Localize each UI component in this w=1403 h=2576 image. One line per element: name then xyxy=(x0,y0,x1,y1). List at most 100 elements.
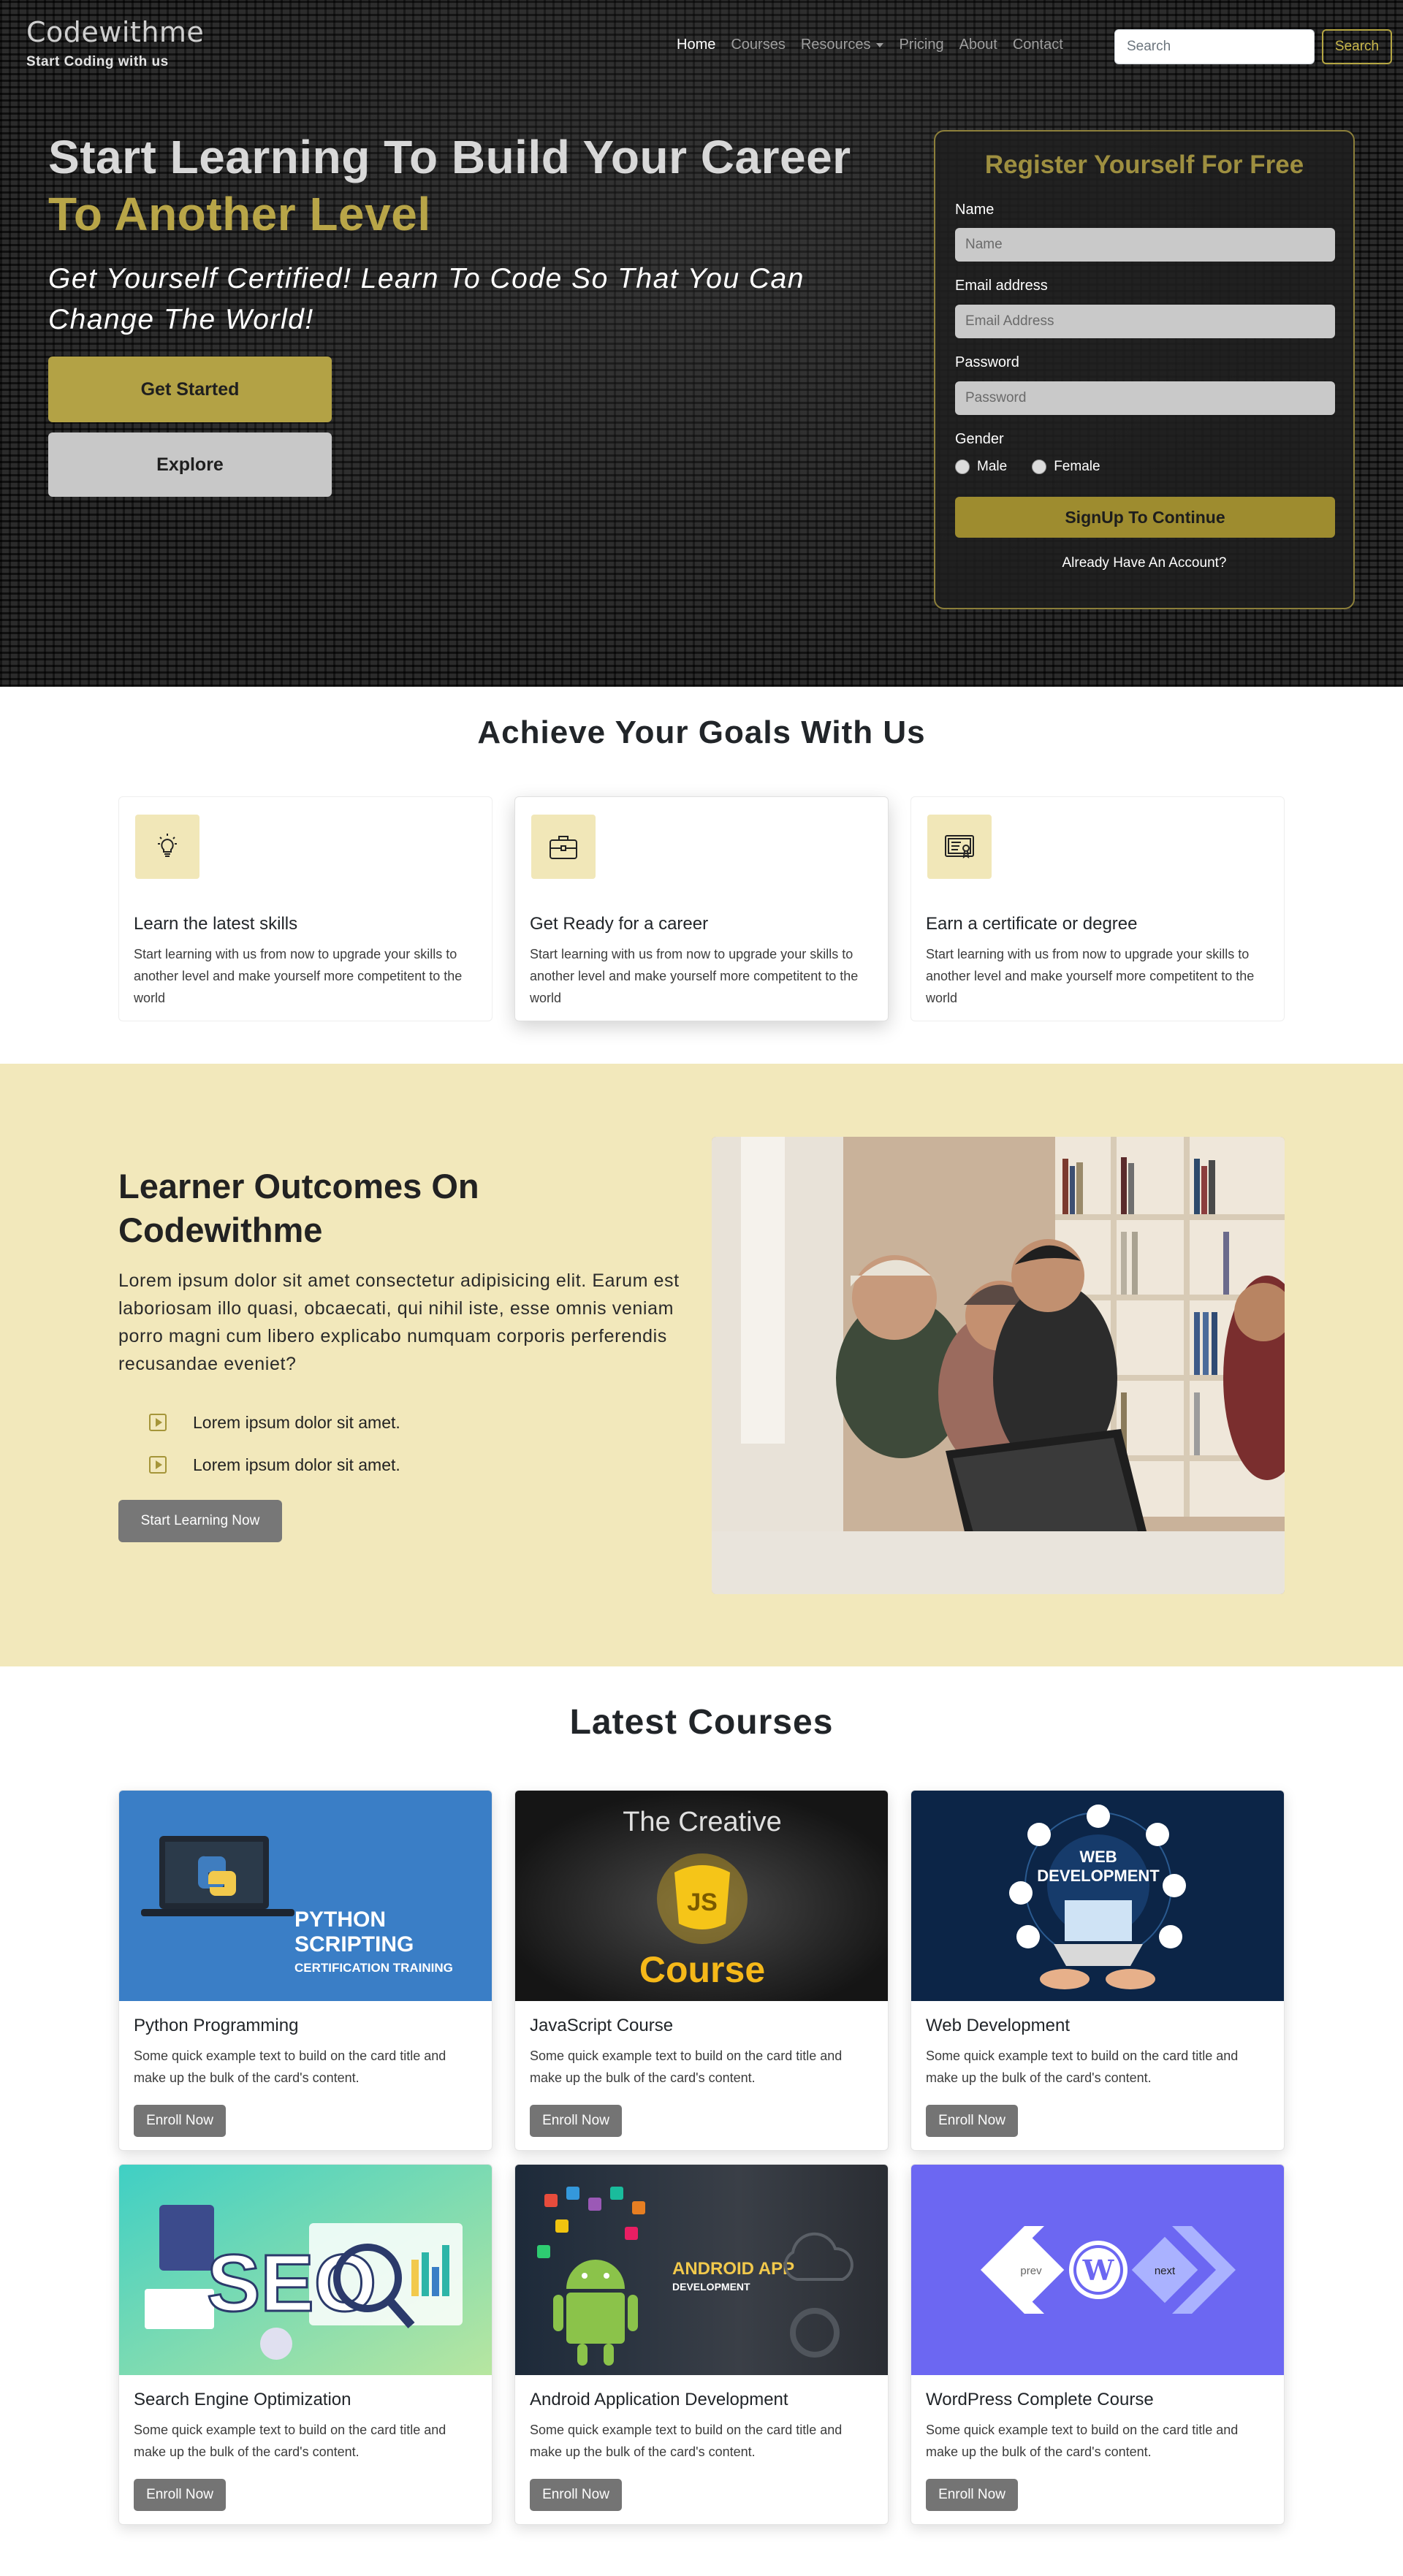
goal-title: Get Ready for a career xyxy=(530,914,709,934)
navbar: Codewithme Start Coding with us Home Cou… xyxy=(0,0,1403,80)
list-item-label: Lorem ipsum dolor sit amet. xyxy=(193,1455,400,1474)
course-image-text: ANDROID APP xyxy=(672,2259,794,2279)
course-image-text: Course xyxy=(639,1949,765,1990)
outcomes-list: Lorem ipsum dolor sit amet. Lorem ipsum … xyxy=(149,1401,400,1486)
email-label: Email address xyxy=(955,278,1048,294)
course-text: Some quick example text to build on the … xyxy=(530,2423,843,2459)
course-image: The Creative JS Course xyxy=(515,1791,888,2001)
course-image-text: CERTIFICATION TRAINING xyxy=(294,1961,453,1975)
get-started-button[interactable]: Get Started xyxy=(48,357,332,422)
course-text: Some quick example text to build on the … xyxy=(926,2049,1239,2085)
course-title: Search Engine Optimization xyxy=(134,2390,351,2409)
course-title: Android Application Development xyxy=(530,2390,788,2409)
search-input[interactable] xyxy=(1114,29,1315,64)
lightbulb-icon xyxy=(135,815,199,879)
course-text: Some quick example text to build on the … xyxy=(134,2423,446,2459)
goal-card: Earn a certificate or degree Start learn… xyxy=(910,796,1285,1021)
hero-title-line1: Start Learning To Build Your Career xyxy=(48,131,851,183)
course-card: WEB DEVELOPMENT Web Development Some qui… xyxy=(910,1790,1285,2151)
enroll-button[interactable]: Enroll Now xyxy=(926,2479,1018,2511)
start-learning-button[interactable]: Start Learning Now xyxy=(118,1500,282,1542)
list-item-label: Lorem ipsum dolor sit amet. xyxy=(193,1412,400,1432)
course-image-text: SCRIPTING xyxy=(294,1932,414,1956)
hero-title: Start Learning To Build Your Career To A… xyxy=(48,129,925,243)
course-image-text: The Creative xyxy=(623,1807,782,1837)
course-text: Some quick example text to build on the … xyxy=(530,2049,843,2085)
briefcase-icon xyxy=(531,815,596,879)
certificate-icon xyxy=(927,815,992,879)
brand-logo[interactable]: Codewithme Start Coding with us xyxy=(26,16,204,70)
login-link[interactable]: Already Have An Account? xyxy=(935,555,1353,571)
gender-options: Male Female xyxy=(955,459,1125,475)
name-label: Name xyxy=(955,202,995,218)
gender-label: Gender xyxy=(955,431,1004,447)
course-image: WEB DEVELOPMENT xyxy=(911,1791,1284,2001)
chevron-down-icon xyxy=(876,42,884,47)
learners-photo xyxy=(712,1137,1285,1594)
course-image-text: PYTHON xyxy=(294,1908,386,1932)
course-text: Some quick example text to build on the … xyxy=(926,2423,1239,2459)
course-image-text: JS xyxy=(687,1889,718,1916)
course-card: SEO Search Engine Optimization Some quic… xyxy=(118,2164,493,2525)
male-radio[interactable] xyxy=(955,460,970,474)
hero-section: Codewithme Start Coding with us Home Cou… xyxy=(0,0,1403,687)
name-field[interactable] xyxy=(955,228,1335,262)
search-button[interactable]: Search xyxy=(1322,29,1392,64)
goal-title: Learn the latest skills xyxy=(134,914,298,934)
course-image: SEO xyxy=(119,2165,492,2375)
goal-card: Learn the latest skills Start learning w… xyxy=(118,796,493,1021)
course-image-text: DEVELOPMENT xyxy=(672,2281,750,2293)
goal-title: Earn a certificate or degree xyxy=(926,914,1138,934)
nav-link-courses[interactable]: Courses xyxy=(731,37,785,53)
enroll-button[interactable]: Enroll Now xyxy=(530,2105,622,2137)
female-radio[interactable] xyxy=(1032,460,1047,474)
female-label: Female xyxy=(1054,459,1100,474)
enroll-button[interactable]: Enroll Now xyxy=(134,2105,226,2137)
course-title: Web Development xyxy=(926,2016,1070,2035)
password-field[interactable] xyxy=(955,381,1335,415)
signup-button[interactable]: SignUp To Continue xyxy=(955,497,1335,538)
course-image-text: WEB xyxy=(1079,1848,1117,1866)
brand-name: Codewithme xyxy=(26,16,205,48)
course-image: ANDROID APP DEVELOPMENT xyxy=(515,2165,888,2375)
male-label: Male xyxy=(977,459,1008,474)
course-image: PYTHON SCRIPTING CERTIFICATION TRAINING xyxy=(119,1791,492,2001)
list-item: Lorem ipsum dolor sit amet. xyxy=(149,1401,400,1444)
enroll-button[interactable]: Enroll Now xyxy=(926,2105,1018,2137)
course-title: JavaScript Course xyxy=(530,2016,674,2035)
goals-title: Achieve Your Goals With Us xyxy=(477,715,926,750)
course-title: WordPress Complete Course xyxy=(926,2390,1154,2409)
outcomes-text: Lorem ipsum dolor sit amet consectetur a… xyxy=(118,1270,680,1374)
email-field[interactable] xyxy=(955,305,1335,338)
nav-link-resources-label: Resources xyxy=(800,37,871,53)
goal-text: Start learning with us from now to upgra… xyxy=(530,947,859,1005)
course-card: ANDROID APP DEVELOPMENT Android Applicat… xyxy=(514,2164,889,2525)
list-item: Lorem ipsum dolor sit amet. xyxy=(149,1444,400,1486)
goal-text: Start learning with us from now to upgra… xyxy=(926,947,1255,1005)
svg-text:W: W xyxy=(1082,2254,1115,2287)
enroll-button[interactable]: Enroll Now xyxy=(530,2479,622,2511)
nav-link-home[interactable]: Home xyxy=(677,37,715,53)
course-title: Python Programming xyxy=(134,2016,299,2035)
nav-link-pricing[interactable]: Pricing xyxy=(899,37,943,53)
play-icon xyxy=(149,1456,167,1474)
course-card: prev W next WordPress Complete Course So… xyxy=(910,2164,1285,2525)
course-card: The Creative JS Course JavaScript Course… xyxy=(514,1790,889,2151)
nav-link-resources[interactable]: Resources xyxy=(801,37,884,53)
course-image-text: prev xyxy=(1020,2265,1042,2277)
course-card: PYTHON SCRIPTING CERTIFICATION TRAINING … xyxy=(118,1790,493,2151)
course-image-text: DEVELOPMENT xyxy=(1037,1867,1160,1885)
hero-subtitle: Get Yourself Certified! Learn To Code So… xyxy=(48,263,805,335)
goal-text: Start learning with us from now to upgra… xyxy=(134,947,463,1005)
hero-title-highlight: To Another Level xyxy=(48,188,431,240)
outcomes-title: Learner Outcomes On Codewithme xyxy=(118,1167,479,1249)
enroll-button[interactable]: Enroll Now xyxy=(134,2479,226,2511)
explore-button[interactable]: Explore xyxy=(48,432,332,497)
brand-tagline: Start Coding with us xyxy=(26,54,169,69)
course-image: prev W next xyxy=(911,2165,1284,2375)
register-title: Register Yourself For Free xyxy=(984,150,1304,179)
course-text: Some quick example text to build on the … xyxy=(134,2049,446,2085)
courses-title: Latest Courses xyxy=(569,1703,834,1742)
nav-link-contact[interactable]: Contact xyxy=(1013,37,1063,53)
nav-link-about[interactable]: About xyxy=(959,37,997,53)
